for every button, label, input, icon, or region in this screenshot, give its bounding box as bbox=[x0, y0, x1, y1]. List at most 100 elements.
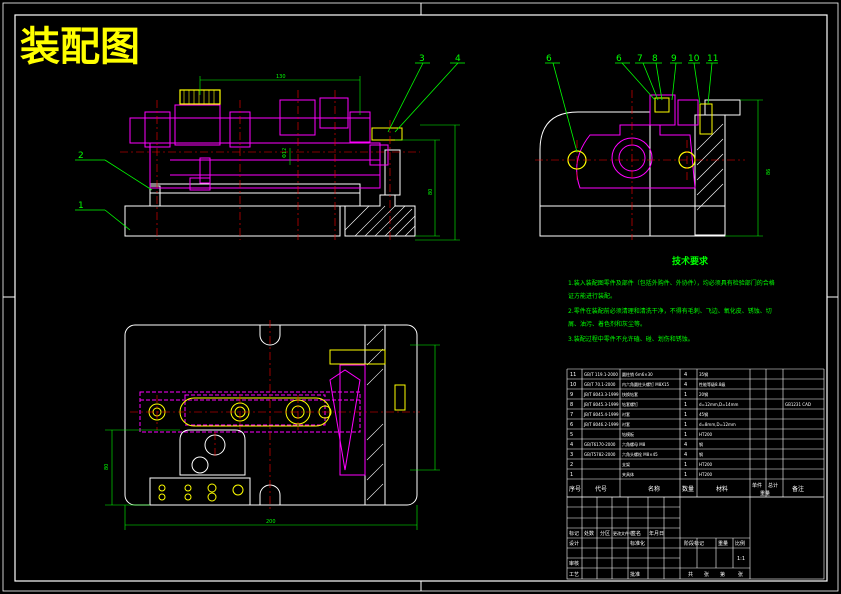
tb-process: 工艺 bbox=[569, 572, 579, 578]
tb-change-doc: 更改文件号 bbox=[613, 530, 633, 536]
bom-name: 衬套 bbox=[622, 411, 630, 417]
bom-material: HT200 bbox=[699, 462, 713, 467]
bom-seq: 5 bbox=[570, 432, 573, 438]
callout-2: 2 bbox=[78, 151, 84, 161]
bom-code: JB/T 8043.3-1999 bbox=[583, 392, 619, 397]
bom-header-seq: 序号 bbox=[569, 485, 581, 493]
tech-line-3: 2.零件在装配前必须清理和清洗干净，不得有毛刺、飞边、氧化皮、锈蚀、切 bbox=[568, 307, 772, 315]
bom-qty: 1 bbox=[684, 422, 687, 428]
bom-qty: 4 bbox=[684, 442, 687, 448]
bom-header-note: 备注 bbox=[792, 485, 804, 493]
bom-name: 六角螺母 M8 bbox=[622, 441, 646, 447]
tech-line-5: 3.装配过程中零件不允许磕、碰、划伤和锈蚀。 bbox=[568, 335, 694, 343]
tb-review: 审核 bbox=[569, 560, 579, 567]
callout-1: 1 bbox=[78, 201, 84, 211]
bom-material: HT200 bbox=[699, 432, 713, 437]
tb-mark: 标记 bbox=[569, 530, 579, 537]
bom-code: GB/T6170-2000 bbox=[584, 442, 616, 447]
callout-10: 10 bbox=[688, 54, 700, 64]
tb-standard: 标准化 bbox=[630, 540, 645, 547]
tb-stage: 阶段标记 bbox=[684, 540, 704, 547]
bom-code: JB/T 8045.4-1999 bbox=[583, 412, 619, 417]
tb-zone: 分区 bbox=[600, 530, 610, 537]
tb-count: 处数 bbox=[584, 530, 594, 537]
bom-note: GB1231 CAD bbox=[785, 402, 811, 407]
callout-11: 11 bbox=[707, 54, 718, 64]
dim-side-height: 86 bbox=[766, 169, 772, 175]
tb-sheet-no: 第 bbox=[720, 571, 725, 578]
bom-header-code: 代号 bbox=[595, 485, 607, 493]
callout-4: 4 bbox=[455, 54, 461, 64]
tb-sign: 签名 bbox=[631, 530, 641, 537]
page-title: 装配图 bbox=[20, 24, 140, 70]
bom-name: 快换钻套 bbox=[622, 391, 638, 397]
bom-header-total: 总计 bbox=[768, 482, 778, 489]
dim-left-height: 80 bbox=[104, 464, 110, 470]
bom-seq: 4 bbox=[570, 442, 573, 448]
tech-line-4: 屑、油污、着色剂和灰尘等。 bbox=[568, 320, 646, 328]
tb-weight: 重量 bbox=[718, 540, 728, 547]
dim-top-length: 130 bbox=[276, 74, 286, 80]
bom-qty: 1 bbox=[684, 462, 687, 468]
bom-seq: 3 bbox=[570, 452, 573, 458]
bom-code: JB/T 8046.2-1999 bbox=[583, 422, 619, 427]
bom-qty: 4 bbox=[684, 452, 687, 458]
bom-seq: 2 bbox=[570, 462, 573, 468]
callout-6a: 6 bbox=[546, 54, 552, 64]
bom-qty: 1 bbox=[684, 432, 687, 438]
bom-material: 钢 bbox=[699, 441, 703, 447]
bom-seq: 11 bbox=[570, 372, 576, 378]
callout-7: 7 bbox=[637, 54, 643, 64]
bom-seq: 9 bbox=[570, 392, 573, 398]
bom-material: d=12mm,D=14mm bbox=[699, 402, 738, 407]
bom-name: 圆柱销 6m6×30 bbox=[622, 371, 653, 377]
bom-name: 夹具体 bbox=[622, 471, 634, 477]
tb-date: 年月日 bbox=[649, 530, 664, 537]
bom-name: 钻模板 bbox=[622, 431, 634, 437]
callout-8: 8 bbox=[652, 54, 658, 64]
dim-center-dia: Φ12 bbox=[282, 148, 288, 158]
dim-front-height: 80 bbox=[428, 189, 434, 195]
bom-seq: 6 bbox=[570, 422, 573, 428]
bom-name: 钻套螺钉 bbox=[622, 401, 638, 407]
bom-code: GB/T5782-2000 bbox=[584, 452, 616, 457]
bom-header-material: 材料 bbox=[716, 485, 728, 493]
tech-line-2: 证方能进行装配。 bbox=[568, 292, 616, 300]
bom-material: 35钢 bbox=[699, 371, 708, 377]
bom-seq: 10 bbox=[570, 382, 576, 388]
bom-material: 钢 bbox=[699, 451, 703, 457]
bom-qty: 1 bbox=[684, 392, 687, 398]
tech-heading: 技术要求 bbox=[672, 255, 709, 267]
bom-name: 六角头螺栓 M8×45 bbox=[622, 451, 658, 457]
bom-name: 衬套 bbox=[622, 421, 630, 427]
bom-seq: 8 bbox=[570, 402, 573, 408]
bom-seq: 7 bbox=[570, 412, 573, 418]
tb-ratio: 比例 bbox=[735, 540, 745, 547]
bom-code: GB/T 70.1-2000 bbox=[584, 382, 616, 387]
bom-name: 内六角圆柱头螺钉 M8X15 bbox=[622, 381, 670, 387]
drawing-canvas: 装配图 130 80 Φ12 2 1 3 4 86 6 6 7 8 9 10 1… bbox=[0, 0, 841, 594]
tb-approve: 批准 bbox=[630, 571, 640, 578]
tech-line-1: 1.装入装配图零件及部件（包括外购件、外协件），均必须具有检验部门的合格 bbox=[568, 279, 775, 287]
bom-qty: 1 bbox=[684, 472, 687, 478]
bom-material: d=8mm,D=12mm bbox=[699, 422, 736, 427]
bom-header-weight: 重量 bbox=[760, 490, 770, 497]
bom-qty: 1 bbox=[684, 402, 687, 408]
bom-seq: 1 bbox=[570, 472, 573, 478]
bom-code: GB/T 119.1-2000 bbox=[584, 372, 618, 377]
tb-sheet-total: 共 bbox=[688, 571, 693, 578]
tb-sheet-unit2: 张 bbox=[738, 571, 743, 578]
bom-qty: 4 bbox=[684, 372, 687, 378]
callout-9: 9 bbox=[671, 54, 677, 64]
tb-design: 设计 bbox=[569, 540, 579, 547]
bom-header-qty: 数量 bbox=[682, 485, 694, 493]
bom-header-name: 名称 bbox=[648, 485, 660, 493]
callout-6b: 6 bbox=[616, 54, 622, 64]
bom-code: JB/T 8045.3-1999 bbox=[583, 402, 619, 407]
bom-material: 45钢 bbox=[699, 411, 708, 417]
bom-material: 20钢 bbox=[699, 391, 708, 397]
bom-material: HT200 bbox=[699, 472, 713, 477]
dim-bottom-length: 200 bbox=[266, 519, 276, 525]
bom-qty: 1 bbox=[684, 412, 687, 418]
bom-header-single: 单件 bbox=[752, 482, 762, 489]
